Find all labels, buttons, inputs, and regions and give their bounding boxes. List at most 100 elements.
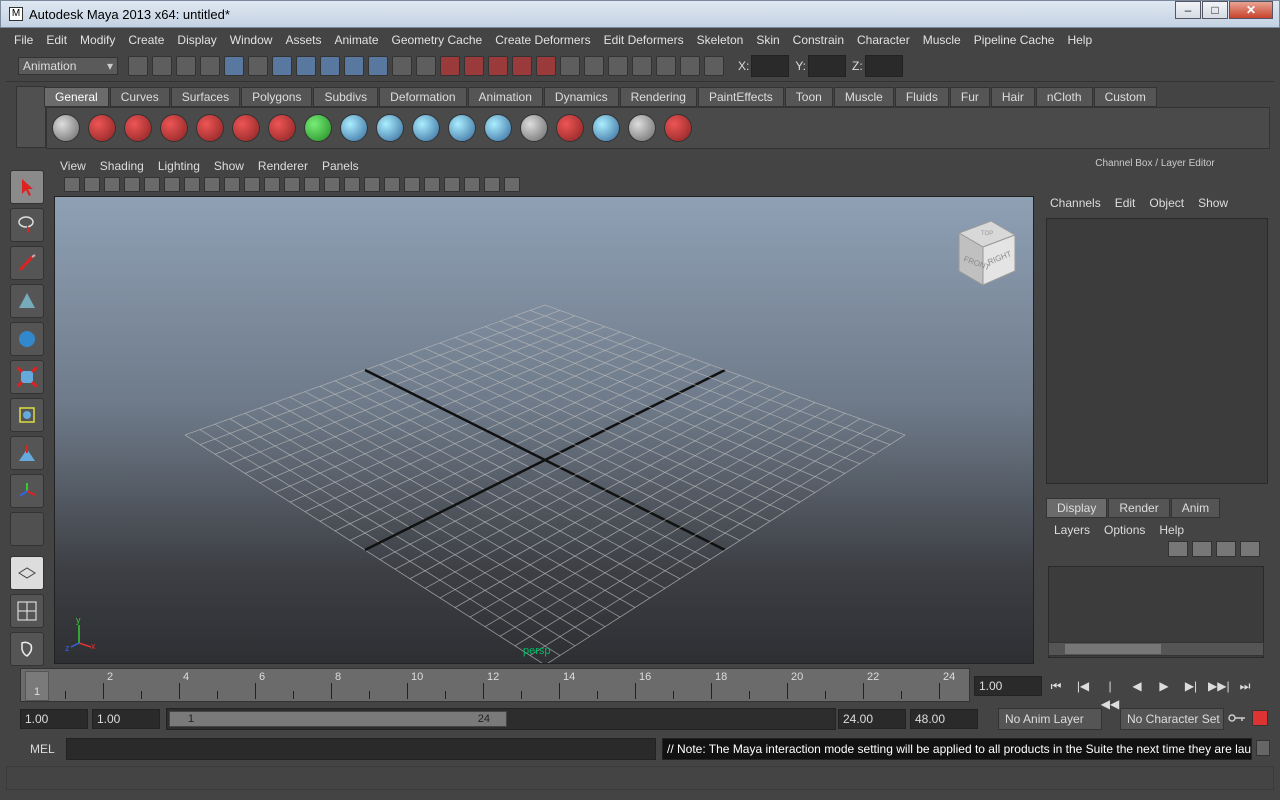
go-to-start-button[interactable]: ⏮ [1046,677,1066,695]
stereo-camera-icon[interactable] [232,114,260,142]
new-layer-selected-icon[interactable] [1192,541,1212,557]
time-slider[interactable]: 1 2 4 6 8 10 12 14 16 18 20 22 24 [20,668,970,702]
shelf-tab-surfaces[interactable]: Surfaces [170,87,241,107]
playback-start-field[interactable]: 1.00 [92,709,160,729]
viewport-menu-panels[interactable]: Panels [322,159,359,173]
step-back-frame-button[interactable]: |◀◀ [1100,677,1120,711]
command-language-label[interactable]: MEL [30,742,55,756]
select-by-object-icon[interactable] [224,55,244,76]
menu-character[interactable]: Character [857,33,910,47]
menu-skin[interactable]: Skin [756,33,779,47]
input-connections-icon[interactable] [560,55,580,76]
minimize-button[interactable]: – [1175,1,1201,19]
bookmark-icon[interactable] [104,177,120,192]
cluster-icon[interactable] [448,114,476,142]
layer-move-down-icon[interactable] [1240,541,1260,557]
cube-grid-icon[interactable] [628,114,656,142]
grid-icon[interactable] [164,177,180,192]
shelf-menu-handle[interactable] [16,86,46,148]
shelf-tab-ncloth[interactable]: nCloth [1035,87,1093,107]
range-slider[interactable]: 1 24 [166,708,836,730]
history-icon[interactable] [392,55,412,76]
menu-geometry-cache[interactable]: Geometry Cache [392,33,483,47]
channel-box-menu-show[interactable]: Show [1198,196,1228,210]
shelf-tab-fluids[interactable]: Fluids [894,87,949,107]
batch-render-icon[interactable] [680,55,700,76]
select-camera-icon[interactable] [64,177,80,192]
curve-tool-icon[interactable] [268,114,296,142]
shelf-tab-fur[interactable]: Fur [949,87,990,107]
perspective-viewport[interactable]: FRONT RIGHT TOP y x z persp [54,196,1034,664]
film-gate-icon[interactable] [184,177,200,192]
open-scene-icon[interactable] [152,55,172,76]
current-time-field[interactable]: 1.00 [974,676,1042,696]
viewport-menu-shading[interactable]: Shading [100,159,144,173]
channel-box-list[interactable] [1046,218,1268,484]
camera-attributes-icon[interactable] [84,177,100,192]
character-set-dropdown[interactable]: No Character Set [1120,708,1224,730]
layer-menu-help[interactable]: Help [1159,523,1184,537]
current-frame-marker[interactable]: 1 [25,671,49,701]
construction-history-icon[interactable] [608,55,628,76]
shelf-tab-dynamics[interactable]: Dynamics [543,87,619,107]
menu-assets[interactable]: Assets [285,33,321,47]
layer-tab-render[interactable]: Render [1108,498,1170,518]
play-forwards-button[interactable]: ▶ [1154,677,1174,695]
shelf-tab-muscle[interactable]: Muscle [833,87,894,107]
x-field[interactable] [751,54,790,77]
universal-manipulator-button[interactable] [10,398,44,432]
shelf-tab-hair[interactable]: Hair [990,87,1035,107]
close-button[interactable]: ✕ [1229,1,1273,19]
wireframe-icon[interactable] [304,177,320,192]
new-layer-icon[interactable] [1168,541,1188,557]
step-forward-frame-button[interactable]: ▶| [1181,677,1201,695]
camera-aim-icon[interactable] [160,114,188,142]
gate-mask-icon[interactable] [224,177,240,192]
viewport-menu-lighting[interactable]: Lighting [158,159,200,173]
help-icon[interactable] [88,114,116,142]
two-d-pan-zoom-icon[interactable] [144,177,160,192]
play-backwards-button[interactable]: ◀ [1127,677,1147,695]
title-bar[interactable]: M Autodesk Maya 2013 x64: untitled* – □ … [0,0,1280,28]
layer-tab-display[interactable]: Display [1046,498,1108,518]
menu-create[interactable]: Create [128,33,164,47]
select-by-component-icon[interactable] [248,55,268,76]
channel-box-menu-edit[interactable]: Edit [1115,196,1136,210]
safe-action-icon[interactable] [264,177,280,192]
scale-tool-button[interactable] [10,360,44,394]
smooth-shade-icon[interactable] [324,177,340,192]
menu-window[interactable]: Window [230,33,273,47]
viewport-menu-show[interactable]: Show [214,159,244,173]
go-to-end-button[interactable]: ⏭ [1235,677,1255,695]
layer-tab-anim[interactable]: Anim [1170,498,1221,518]
command-input[interactable] [66,738,656,760]
channel-box-menu-object[interactable]: Object [1149,196,1184,210]
layer-menu-options[interactable]: Options [1104,523,1145,537]
shelf-tab-toon[interactable]: Toon [784,87,833,107]
rotate-tool-button[interactable] [10,322,44,356]
show-manipulator-button[interactable] [10,474,44,508]
outliner-layout-button[interactable] [10,632,44,666]
use-all-lights-icon[interactable] [384,177,400,192]
shelf-tab-painteffects[interactable]: PaintEffects [697,87,784,107]
animation-preferences-icon[interactable] [1252,710,1268,726]
render-view-icon[interactable] [536,55,556,76]
xray-joints-icon[interactable] [504,177,520,192]
snap-to-grid-icon[interactable] [272,55,292,76]
snap-to-curve-icon[interactable] [296,55,316,76]
select-by-hierarchy-icon[interactable] [200,55,220,76]
lattice-icon[interactable] [484,114,512,142]
shelf-tab-custom[interactable]: Custom [1093,87,1157,107]
menu-display[interactable]: Display [177,33,216,47]
render-sequence-icon[interactable] [656,55,676,76]
channel-box-menu-channels[interactable]: Channels [1050,196,1101,210]
rotate-arrow-icon[interactable] [304,114,332,142]
shelf-tab-curves[interactable]: Curves [109,87,170,107]
menu-modify[interactable]: Modify [80,33,115,47]
shelf-tab-polygons[interactable]: Polygons [241,87,313,107]
lasso-tool-button[interactable] [10,208,44,242]
step-forward-key-button[interactable]: ▶▶| [1208,677,1230,695]
layer-move-up-icon[interactable] [1216,541,1236,557]
menu-set-dropdown[interactable]: Animation [18,56,118,75]
script-editor-icon[interactable] [1256,740,1270,756]
